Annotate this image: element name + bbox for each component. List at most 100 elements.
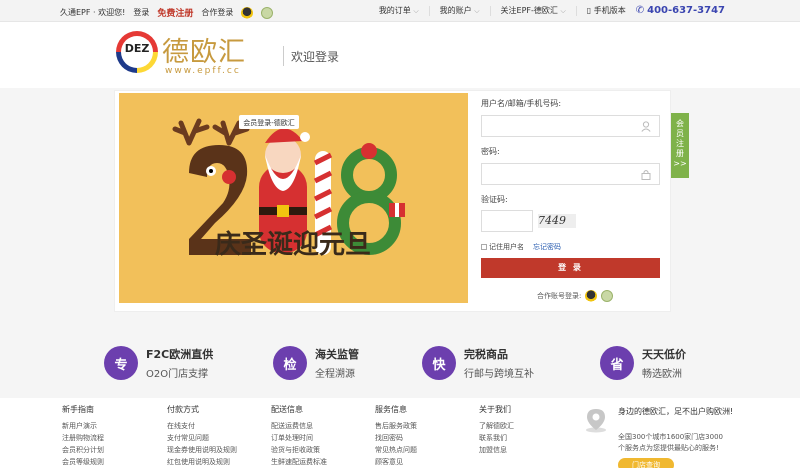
footer-link[interactable]: 加盟信息 — [479, 444, 514, 456]
qq-icon[interactable] — [585, 290, 598, 302]
my-orders-label: 我的订单 — [378, 6, 411, 15]
username-label: 用户名/邮箱/手机号码: — [481, 99, 562, 108]
partner-login-label: 合作账号登录: — [537, 292, 582, 300]
lock-icon — [641, 169, 651, 180]
partner-login-link[interactable]: 合作登录 — [201, 7, 233, 18]
header-divider — [283, 46, 284, 66]
my-account-menu[interactable]: 我的账户 ⌵ — [440, 5, 480, 16]
remember-label: 记住用户名 — [489, 243, 524, 251]
footer-link[interactable]: 常见热点问题 — [375, 444, 417, 456]
footer-link[interactable]: 售后服务政策 — [375, 420, 417, 432]
wechat-icon[interactable] — [261, 6, 274, 19]
footer-link[interactable]: 配送运费信息 — [271, 420, 327, 432]
footer-link[interactable]: 注册购物流程 — [62, 432, 104, 444]
feature-title: F2C欧洲直供 — [146, 348, 214, 361]
footer-heading: 付款方式 — [167, 405, 199, 414]
feature-low-price: 省 天天低价畅选欧洲 — [600, 346, 686, 380]
feature-subtitle: 全程溯源 — [315, 369, 355, 380]
store-promo-desc: 全国300个城市1600家门店3000个服务点为您提供最贴心的服务! — [618, 433, 723, 452]
username-field[interactable] — [481, 115, 660, 137]
forgot-password-link[interactable]: 忘记密码 — [533, 242, 561, 252]
banner-greeting: 庆圣诞迎元旦 — [215, 229, 371, 260]
footer-heading: 配送信息 — [271, 405, 303, 414]
footer-link[interactable]: 在线支付 — [167, 420, 237, 432]
logo-url: www.epff.cc — [165, 66, 241, 76]
login-button[interactable]: 登 录 — [481, 258, 660, 278]
feature-f2c: 专 F2C欧洲直供 O2O门店支撑 — [104, 346, 213, 380]
divider — [575, 5, 577, 16]
password-label: 密码: — [481, 147, 500, 156]
footer-link[interactable]: 会员积分计划 — [62, 444, 104, 456]
footer-column-payment: 付款方式 在线支付 支付常见问题 现金券使用说明及规则 红包使用说明及规则 — [167, 404, 237, 468]
shield-icon: 专 — [104, 346, 138, 380]
promo-banner[interactable]: 会员登录-德欧汇 庆圣诞迎元旦 — [119, 93, 468, 303]
header: DEZ 德欧汇 www.epff.cc 欢迎登录 — [0, 22, 800, 88]
footer-link[interactable]: 生鲜速配运费标准 — [271, 456, 327, 468]
register-link[interactable]: 免费注册 — [157, 6, 193, 19]
top-bar-left: 久通EPF · 欢迎您! 登录 免费注册 合作登录 — [60, 6, 274, 19]
register-side-tab[interactable]: 会员注册 >> — [671, 113, 689, 178]
feature-title: 海关监管 — [315, 348, 359, 361]
wechat-icon[interactable] — [601, 290, 614, 302]
location-pin-icon — [583, 407, 609, 433]
footer-column-service: 服务信息 售后服务政策 找回密码 常见热点问题 顾客意见 — [375, 404, 417, 468]
footer-link[interactable]: 验货与拒收政策 — [271, 444, 327, 456]
phone-text: 400-637-3747 — [647, 5, 725, 16]
top-bar-right: 我的订单 ⌵ 我的账户 ⌵ 关注EPF-德欧汇 ⌵ ▯ 手机版本 ✆ 400-63… — [379, 5, 725, 16]
top-bar: 久通EPF · 欢迎您! 登录 免费注册 合作登录 我的订单 ⌵ 我的账户 ⌵ … — [0, 0, 800, 22]
footer-link[interactable]: 订单处理时间 — [271, 432, 327, 444]
footer-link[interactable]: 会员等级规则 — [62, 456, 104, 468]
footer-heading: 服务信息 — [375, 405, 407, 414]
logo-badge[interactable]: DEZ — [116, 31, 158, 73]
partner-login-row: 合作账号登录: — [537, 290, 614, 302]
logo-badge-text: DEZ — [124, 42, 150, 55]
my-account-label: 我的账户 — [439, 6, 472, 15]
footer-link[interactable]: 找回密码 — [375, 432, 417, 444]
feature-title: 天天低价 — [642, 348, 686, 361]
mobile-label: 手机版本 — [593, 6, 626, 15]
feature-customs: 检 海关监管 全程溯源 — [273, 346, 359, 380]
captcha-field[interactable] — [481, 210, 533, 232]
login-link[interactable]: 登录 — [133, 7, 149, 18]
footer-column-about: 关于我们 了解德欧汇 联系我们 加盟信息 — [479, 404, 514, 456]
feature-subtitle: 行邮与跨境互补 — [464, 369, 534, 380]
footer-link[interactable]: 新用户演示 — [62, 420, 104, 432]
qq-icon[interactable] — [241, 6, 254, 19]
my-orders-menu[interactable]: 我的订单 ⌵ — [379, 5, 419, 16]
footer-link[interactable]: 了解德欧汇 — [479, 420, 514, 432]
footer-link[interactable]: 联系我们 — [479, 432, 514, 444]
mobile-version-link[interactable]: ▯ 手机版本 — [587, 5, 626, 16]
follow-menu[interactable]: 关注EPF-德欧汇 ⌵ — [501, 5, 566, 16]
phone-number: ✆ 400-637-3747 — [636, 5, 725, 16]
footer-column-guide: 新手指南 新用户演示 注册购物流程 会员积分计划 会员等级规则 — [62, 404, 104, 468]
chevron-down-icon: ⌵ — [560, 7, 566, 15]
feature-title: 完税商品 — [464, 348, 508, 361]
phone-icon: ✆ — [635, 5, 645, 16]
feature-subtitle: O2O门店支撑 — [146, 369, 209, 380]
password-field[interactable] — [481, 163, 660, 185]
store-promo-title: 身边的德欧汇，足不出户购欧洲! — [618, 407, 734, 416]
mobile-icon: ▯ — [586, 6, 592, 15]
follow-label: 关注EPF-德欧汇 — [500, 6, 558, 15]
footer-heading: 关于我们 — [479, 405, 511, 414]
footer-link[interactable]: 红包使用说明及规则 — [167, 456, 237, 468]
store-search-button[interactable]: 门店查询 — [618, 458, 674, 468]
banner-tag: 会员登录-德欧汇 — [243, 118, 295, 127]
footer-link[interactable]: 支付常见问题 — [167, 432, 237, 444]
captcha-image[interactable]: 7449 — [538, 214, 576, 228]
register-tab-label: 会员注册 — [676, 119, 684, 158]
remember-checkbox[interactable] — [481, 244, 487, 250]
footer-column-delivery: 配送信息 配送运费信息 订单处理时间 验货与拒收政策 生鲜速配运费标准 — [271, 404, 327, 468]
chevron-down-icon: ⌵ — [474, 7, 480, 15]
footer-link[interactable]: 顾客意见 — [375, 456, 417, 468]
user-icon — [641, 121, 651, 132]
double-chevron-right-icon: >> — [673, 159, 687, 168]
footer-link[interactable]: 现金券使用说明及规则 — [167, 444, 237, 456]
save-icon: 省 — [600, 346, 634, 380]
footer-heading: 新手指南 — [62, 405, 94, 414]
logo-text[interactable]: 德欧汇 — [162, 30, 246, 69]
fast-icon: 快 — [422, 346, 456, 380]
captcha-label: 验证码: — [481, 195, 508, 204]
page-title: 欢迎登录 — [291, 50, 340, 64]
feature-subtitle: 畅选欧洲 — [642, 369, 682, 380]
